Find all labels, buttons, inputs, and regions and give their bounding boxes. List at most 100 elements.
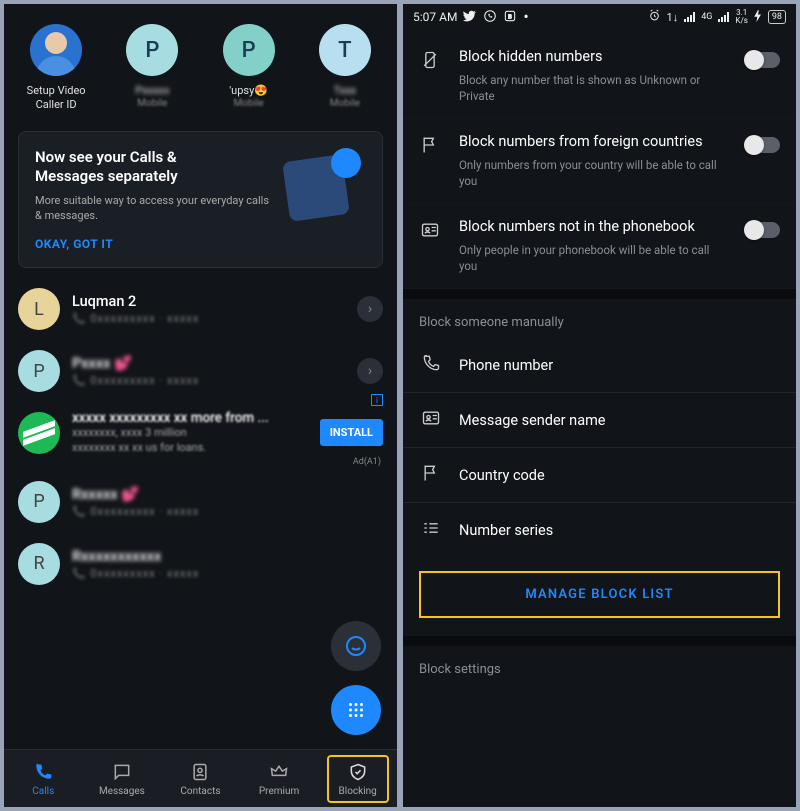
phone-icon (421, 353, 441, 377)
option-label: Phone number (459, 357, 553, 374)
setting-desc: Block any number that is shown as Unknow… (459, 72, 730, 104)
nav-label: Premium (259, 786, 299, 797)
nav-label: Calls (32, 786, 54, 797)
status-bar: 5:07 AM B • 1↓ 4G 3.1 K/s 98 (403, 4, 796, 30)
favorites-row: Setup Video Caller ID P Pxxxxx Mobile P … (4, 4, 397, 121)
twitter-icon (463, 9, 477, 26)
ad-title: xxxxx xxxxxxxxx xx more from ... (72, 410, 308, 426)
setting-block-not-in-phonebook[interactable]: Block numbers not in the phonebook Only … (403, 204, 796, 289)
toggle-switch[interactable] (746, 222, 780, 238)
call-meta: 📞 0xxxxxxxxx · xxxxx (72, 374, 345, 387)
section-divider (403, 636, 796, 646)
nav-label: Messages (99, 786, 145, 797)
network-4g-label: 4G (701, 12, 712, 22)
call-list-item[interactable]: R Rxxxxxxxxxxx 📞 0xxxxxxxxx · xxxxx (4, 533, 397, 595)
block-by-country-code[interactable]: Country code (403, 448, 796, 503)
whatsapp-icon (483, 9, 497, 26)
section-divider (403, 289, 796, 299)
crown-icon (268, 761, 290, 783)
fav-label: Pxxxxx (135, 84, 169, 98)
setting-title: Block numbers from foreign countries (459, 133, 730, 152)
nfc-icon: 1↓ (667, 11, 679, 24)
section-header-settings: Block settings (403, 646, 796, 685)
fav-sublabel: Mobile (330, 98, 360, 109)
option-label: Message sender name (459, 412, 606, 429)
ad-info-icon[interactable]: i (371, 394, 383, 406)
charging-icon (754, 10, 762, 25)
nav-messages[interactable]: Messages (91, 757, 153, 801)
nav-label: Blocking (339, 786, 377, 797)
manage-block-list-button[interactable]: MANAGE BLOCK LIST (419, 571, 780, 618)
call-contact-name: Rxxxxxxxxxxx (72, 548, 383, 565)
banner-illustration (276, 148, 366, 252)
fav-contact-1[interactable]: P Pxxxxx Mobile (112, 24, 192, 113)
call-list-item[interactable]: P Rxxxxx 💕 📞 0xxxxxxxxx · xxxxx (4, 471, 397, 533)
fav-setup-video-caller-id[interactable]: Setup Video Caller ID (16, 24, 96, 113)
fav-contact-3[interactable]: T Txxx Mobile (305, 24, 385, 113)
section-header-manual: Block someone manually (403, 299, 796, 338)
bottom-nav: Calls Messages Contacts Premium Blocking (4, 749, 397, 807)
phone-hidden-icon (417, 48, 443, 70)
nav-contacts[interactable]: Contacts (169, 757, 231, 801)
fav-contact-2[interactable]: P 'upsy😍 Mobile (209, 24, 289, 113)
fav-label: Setup Video Caller ID (27, 84, 86, 113)
call-avatar: P (18, 481, 60, 523)
setting-desc: Only numbers from your country will be a… (459, 157, 730, 189)
chevron-right-icon[interactable]: › (357, 358, 383, 384)
ad-badge: Ad(A1) (4, 457, 397, 471)
calls-list: L Luqman 2 📞 0xxxxxxxxx · xxxxx › P Pxxx… (4, 278, 397, 749)
fav-label: Txxx (334, 84, 357, 98)
app-badge-icon: B (503, 9, 517, 26)
call-avatar: R (18, 543, 60, 585)
block-by-number-series[interactable]: Number series (403, 503, 796, 557)
option-label: Country code (459, 467, 545, 484)
ad-subtitle: xxxxxxxx, xxxx 3 millionxxxxxxxx xx xx u… (72, 426, 308, 455)
info-banner: Now see your Calls & Messages separately… (18, 131, 383, 269)
setting-title: Block hidden numbers (459, 48, 730, 67)
left-screen-calls: Setup Video Caller ID P Pxxxxx Mobile P … (4, 4, 397, 807)
contact-card-icon (417, 218, 443, 240)
phone-icon (32, 761, 54, 783)
battery-level: 98 (768, 10, 786, 24)
chevron-right-icon[interactable]: › (357, 296, 383, 322)
block-by-phone-number[interactable]: Phone number (403, 338, 796, 393)
right-screen-blocking-settings: 5:07 AM B • 1↓ 4G 3.1 K/s 98 B (403, 4, 796, 807)
call-list-item[interactable]: P Pxxxx 💕 📞 0xxxxxxxxx · xxxxx › (4, 340, 397, 402)
shield-check-icon (347, 761, 369, 783)
setting-title: Block numbers not in the phonebook (459, 218, 730, 237)
fav-label: 'upsy😍 (229, 84, 268, 98)
setting-block-foreign-countries[interactable]: Block numbers from foreign countries Onl… (403, 119, 796, 204)
nav-calls[interactable]: Calls (12, 757, 74, 801)
contact-circle: P (126, 24, 178, 76)
nav-blocking[interactable]: Blocking (327, 755, 389, 803)
dialpad-fab[interactable] (331, 685, 381, 735)
signal-icon-2 (718, 12, 729, 22)
nav-premium[interactable]: Premium (248, 757, 310, 801)
block-by-sender-name[interactable]: Message sender name (403, 393, 796, 448)
svg-text:B: B (509, 14, 513, 20)
net-speed: 3.1 K/s (735, 9, 747, 25)
banner-description: More suitable way to access your everyda… (35, 193, 276, 224)
avatar-icon (30, 24, 82, 76)
setting-desc: Only people in your phonebook will be ab… (459, 242, 730, 274)
contact-card-icon (421, 408, 441, 432)
contacts-icon (189, 761, 211, 783)
call-meta: 📞 0xxxxxxxxx · xxxxx (72, 505, 383, 518)
flag-icon (417, 133, 443, 155)
banner-okay-button[interactable]: OKAY, GOT IT (35, 237, 276, 251)
block-settings-list: Block hidden numbers Block any number th… (403, 30, 796, 807)
ad-install-button[interactable]: INSTALL (320, 419, 383, 446)
setting-block-hidden-numbers[interactable]: Block hidden numbers Block any number th… (403, 34, 796, 119)
call-list-item[interactable]: L Luqman 2 📞 0xxxxxxxxx · xxxxx › (4, 278, 397, 340)
voip-call-fab[interactable] (331, 621, 381, 671)
toggle-switch[interactable] (746, 137, 780, 153)
call-meta: 📞 0xxxxxxxxx · xxxxx (72, 312, 345, 325)
option-label: Number series (459, 522, 553, 539)
number-series-icon (421, 518, 441, 542)
alarm-icon (648, 9, 661, 25)
ad-logo-icon (18, 412, 60, 454)
call-contact-name: Rxxxxx 💕 (72, 486, 383, 503)
status-time: 5:07 AM (413, 10, 457, 24)
toggle-switch[interactable] (746, 52, 780, 68)
call-contact-name: Luqman 2 (72, 293, 345, 310)
